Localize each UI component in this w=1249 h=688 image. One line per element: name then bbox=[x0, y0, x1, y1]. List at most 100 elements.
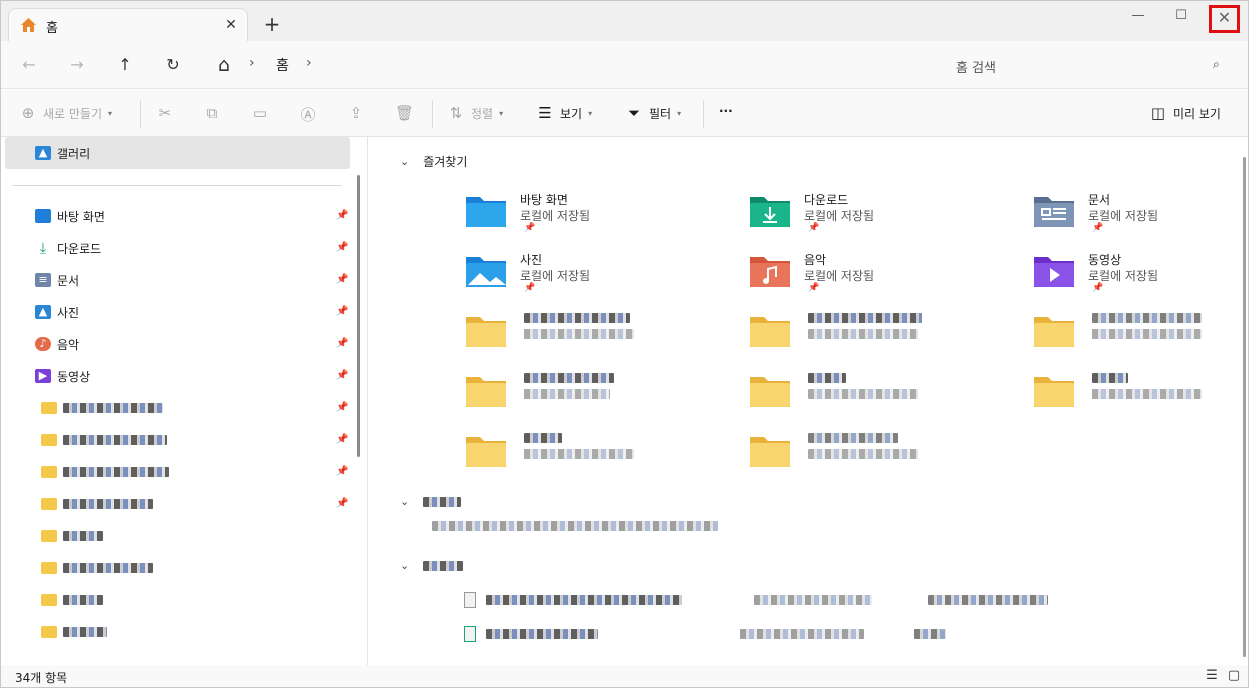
filter-button[interactable]: ⏷ 필터 ▾ bbox=[625, 104, 681, 122]
tab-home[interactable]: 홈 ✕ bbox=[8, 8, 248, 41]
redacted-label bbox=[524, 373, 614, 383]
new-tab-button[interactable]: + bbox=[259, 13, 285, 39]
delete-button[interactable]: 🗑 bbox=[395, 104, 414, 122]
new-button[interactable]: ⊕ 새로 만들기 ▾ bbox=[19, 104, 112, 122]
sidebar-item-label: 갤러리 bbox=[57, 146, 91, 161]
details-view-icon[interactable]: ☰ bbox=[1203, 668, 1221, 686]
sort-button[interactable]: ⇅ 정렬 ▾ bbox=[447, 104, 503, 122]
sidebar-item-folder[interactable] bbox=[41, 428, 167, 452]
sidebar-gallery-row[interactable]: ▲ 갤러리 bbox=[35, 141, 90, 165]
sidebar-item-desktop[interactable]: 바탕 화면 bbox=[35, 204, 105, 228]
tile-name: 다운로드 bbox=[804, 193, 849, 207]
file-icon bbox=[464, 592, 476, 608]
desktop-icon bbox=[35, 209, 51, 223]
group-header[interactable]: ⌄ bbox=[400, 495, 462, 508]
breadcrumb-separator[interactable]: › bbox=[249, 55, 255, 71]
sidebar-item-folder[interactable] bbox=[41, 460, 169, 484]
pin-icon[interactable]: 📌 bbox=[336, 498, 348, 509]
forward-button[interactable]: → bbox=[65, 53, 89, 77]
sidebar-scrollbar[interactable] bbox=[357, 175, 360, 457]
divider bbox=[703, 100, 704, 128]
tile-desktop[interactable]: 바탕 화면 로컬에 저장됨 📌 bbox=[464, 189, 724, 245]
redacted-label bbox=[808, 389, 918, 399]
close-window-button[interactable]: ✕ bbox=[1209, 5, 1240, 33]
pin-icon[interactable]: 📌 bbox=[336, 306, 348, 317]
maximize-button[interactable]: ☐ bbox=[1166, 5, 1196, 29]
minimize-button[interactable]: — bbox=[1123, 5, 1153, 29]
tile-folder[interactable] bbox=[464, 369, 724, 425]
scissors-icon: ✂ bbox=[158, 104, 172, 122]
redacted-label bbox=[740, 629, 864, 639]
preview-pane-button[interactable]: ◫ 미리 보기 bbox=[1149, 104, 1221, 122]
tile-folder[interactable] bbox=[748, 309, 1008, 365]
search-input[interactable]: 홈 검색 ⌕ bbox=[701, 49, 1236, 81]
group-header[interactable]: ⌄ bbox=[400, 559, 464, 572]
pin-icon[interactable]: 📌 bbox=[336, 242, 348, 253]
sidebar-item-folder[interactable] bbox=[41, 524, 103, 548]
search-icon[interactable]: ⌕ bbox=[1213, 57, 1220, 72]
pin-icon[interactable]: 📌 bbox=[336, 434, 348, 445]
file-row[interactable] bbox=[464, 591, 1048, 609]
redacted-label bbox=[1092, 329, 1202, 339]
pin-icon[interactable]: 📌 bbox=[336, 370, 348, 381]
sidebar-item-pictures[interactable]: ▲ 사진 bbox=[35, 300, 79, 324]
tile-documents[interactable]: 문서 로컬에 저장됨 📌 bbox=[1032, 189, 1248, 245]
sidebar-item-folder[interactable] bbox=[41, 396, 163, 420]
sidebar-item-label: 음악 bbox=[57, 337, 80, 352]
home-nav-icon[interactable]: ⌂ bbox=[212, 53, 236, 77]
tile-videos[interactable]: 동영상 로컬에 저장됨 📌 bbox=[1032, 249, 1248, 305]
pin-icon[interactable]: 📌 bbox=[336, 402, 348, 413]
folder-icon bbox=[748, 313, 792, 349]
tile-folder[interactable] bbox=[464, 429, 724, 485]
clipboard-icon: ▭ bbox=[252, 104, 268, 122]
back-button[interactable]: ← bbox=[17, 53, 41, 77]
redacted-label bbox=[486, 629, 598, 639]
sidebar-item-downloads[interactable]: ⤓ 다운로드 bbox=[35, 236, 102, 260]
rename-icon: Ⓐ bbox=[300, 106, 316, 124]
tile-folder[interactable] bbox=[748, 369, 1008, 425]
refresh-button[interactable]: ↻ bbox=[161, 53, 185, 77]
item-count: 34개 항목 bbox=[15, 671, 68, 685]
pin-icon[interactable]: 📌 bbox=[336, 274, 348, 285]
view-button[interactable]: ☰ 보기 ▾ bbox=[536, 104, 592, 122]
copy-button[interactable]: ⧉ bbox=[203, 104, 221, 122]
divider bbox=[432, 100, 433, 128]
tile-folder[interactable] bbox=[748, 429, 1008, 485]
paste-button[interactable]: ▭ bbox=[251, 104, 269, 122]
sidebar-item-folder[interactable] bbox=[41, 556, 153, 580]
more-options-button[interactable]: ··· bbox=[719, 104, 733, 118]
share-button[interactable]: ⇪ bbox=[347, 104, 365, 122]
tile-pictures[interactable]: 사진 로컬에 저장됨 📌 bbox=[464, 249, 724, 305]
tile-folder[interactable] bbox=[1032, 369, 1248, 425]
pin-icon[interactable]: 📌 bbox=[336, 210, 348, 221]
sidebar-item-folder[interactable] bbox=[41, 620, 107, 644]
pin-icon: 📌 bbox=[524, 283, 536, 293]
sidebar-item-folder[interactable] bbox=[41, 588, 103, 612]
tiles-view-icon[interactable]: ▢ bbox=[1225, 668, 1243, 686]
tile-folder[interactable] bbox=[1032, 309, 1248, 365]
content-pane: ⌄ 즐겨찾기 바탕 화면 로컬에 저장됨 📌 다운로드 로컬에 저장됨 📌 문서… bbox=[367, 137, 1248, 665]
breadcrumb-chevron[interactable]: › bbox=[306, 55, 312, 71]
tile-music[interactable]: 음악 로컬에 저장됨 📌 bbox=[748, 249, 1008, 305]
sidebar-item-music[interactable]: ♪ 음악 bbox=[35, 332, 79, 356]
pin-icon[interactable]: 📌 bbox=[336, 338, 348, 349]
sidebar-item-folder[interactable] bbox=[41, 492, 153, 516]
cut-button[interactable]: ✂ bbox=[156, 104, 174, 122]
up-button[interactable]: ↑ bbox=[113, 53, 137, 77]
redacted-label bbox=[63, 403, 163, 413]
file-row[interactable] bbox=[464, 625, 946, 643]
address-bar: ← → ↑ ↻ ⌂ › 홈 › 홈 검색 ⌕ bbox=[1, 41, 1248, 89]
pin-icon[interactable]: 📌 bbox=[336, 466, 348, 477]
tab-close-icon[interactable]: ✕ bbox=[221, 15, 241, 35]
download-icon: ⤓ bbox=[39, 239, 47, 257]
content-scrollbar[interactable] bbox=[1243, 157, 1246, 657]
favorites-group-header[interactable]: ⌄ 즐겨찾기 bbox=[400, 153, 467, 170]
sidebar-item-documents[interactable]: ≡ 문서 bbox=[35, 268, 79, 292]
chevron-down-icon: ▾ bbox=[499, 108, 504, 118]
rename-button[interactable]: Ⓐ bbox=[299, 104, 317, 125]
tile-downloads[interactable]: 다운로드 로컬에 저장됨 📌 bbox=[748, 189, 1008, 245]
breadcrumb-home[interactable]: 홈 bbox=[276, 55, 289, 75]
tile-folder[interactable] bbox=[464, 309, 724, 365]
sidebar-item-videos[interactable]: ▶ 동영상 bbox=[35, 364, 90, 388]
folder-icon bbox=[41, 530, 57, 542]
